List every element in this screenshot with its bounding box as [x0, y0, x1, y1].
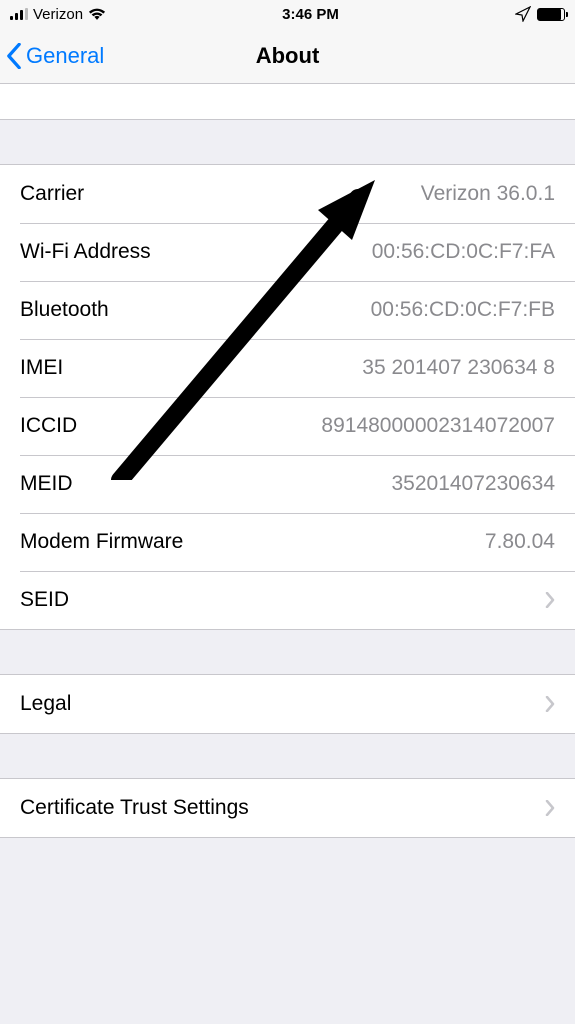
row-modem-firmware: Modem Firmware 7.80.04: [0, 513, 575, 571]
signal-bars-icon: [10, 8, 28, 20]
section-gap: [0, 120, 575, 164]
battery-icon: [537, 8, 565, 21]
row-meid: MEID 35201407230634: [0, 455, 575, 513]
section-legal: Legal: [0, 674, 575, 734]
row-seid[interactable]: SEID: [0, 571, 575, 629]
row-value: 00:56:CD:0C:F7:FA: [372, 240, 555, 264]
status-bar: Verizon 3:46 PM: [0, 0, 575, 28]
chevron-right-icon: [545, 696, 555, 712]
row-value: 35 201407 230634 8: [362, 356, 555, 380]
row-value: 3.2 GB: [490, 84, 555, 90]
section-device-info: Carrier Verizon 36.0.1 Wi-Fi Address 00:…: [0, 164, 575, 630]
row-label: Modem Firmware: [20, 530, 183, 554]
row-value: 8914800000231407­2007: [321, 414, 555, 438]
row-legal[interactable]: Legal: [0, 675, 575, 733]
row-value: 35201407230634: [391, 472, 555, 496]
section-gap: [0, 734, 575, 778]
row-carrier: Carrier Verizon 36.0.1: [0, 165, 575, 223]
chevron-right-icon: [545, 800, 555, 816]
status-right: [515, 6, 565, 22]
row-label: IMEI: [20, 356, 63, 380]
content-scroll[interactable]: Available 3.2 GB Carrier Verizon 36.0.1 …: [0, 84, 575, 882]
back-label: General: [26, 43, 104, 69]
chevron-right-icon: [545, 592, 555, 608]
back-button[interactable]: General: [0, 43, 104, 69]
location-icon: [515, 6, 531, 22]
row-label: Bluetooth: [20, 298, 109, 322]
row-certificate-trust-settings[interactable]: Certificate Trust Settings: [0, 779, 575, 837]
row-label: Legal: [20, 692, 71, 716]
row-value: 00:56:CD:0C:F7:FB: [371, 298, 555, 322]
row-label: Carrier: [20, 182, 84, 206]
row-iccid: ICCID 8914800000231407­2007: [0, 397, 575, 455]
status-carrier: Verizon: [33, 6, 83, 23]
section-gap: [0, 838, 575, 882]
row-label: ICCID: [20, 414, 77, 438]
row-label: SEID: [20, 588, 69, 612]
wifi-icon: [88, 8, 106, 21]
nav-bar: General About: [0, 28, 575, 84]
row-label: MEID: [20, 472, 73, 496]
row-available-partial: Available 3.2 GB: [0, 84, 575, 120]
row-bluetooth: Bluetooth 00:56:CD:0C:F7:FB: [0, 281, 575, 339]
row-value: 7.80.04: [485, 530, 555, 554]
section-gap: [0, 630, 575, 674]
row-wifi-address: Wi-Fi Address 00:56:CD:0C:F7:FA: [0, 223, 575, 281]
status-left: Verizon: [10, 6, 106, 23]
status-time: 3:46 PM: [282, 6, 339, 23]
row-label: Certificate Trust Settings: [20, 796, 249, 820]
chevron-left-icon: [6, 43, 22, 69]
row-imei: IMEI 35 201407 230634 8: [0, 339, 575, 397]
section-certificate: Certificate Trust Settings: [0, 778, 575, 838]
row-value: Verizon 36.0.1: [421, 182, 555, 206]
row-label: Wi-Fi Address: [20, 240, 151, 264]
row-label: Available: [20, 84, 105, 90]
